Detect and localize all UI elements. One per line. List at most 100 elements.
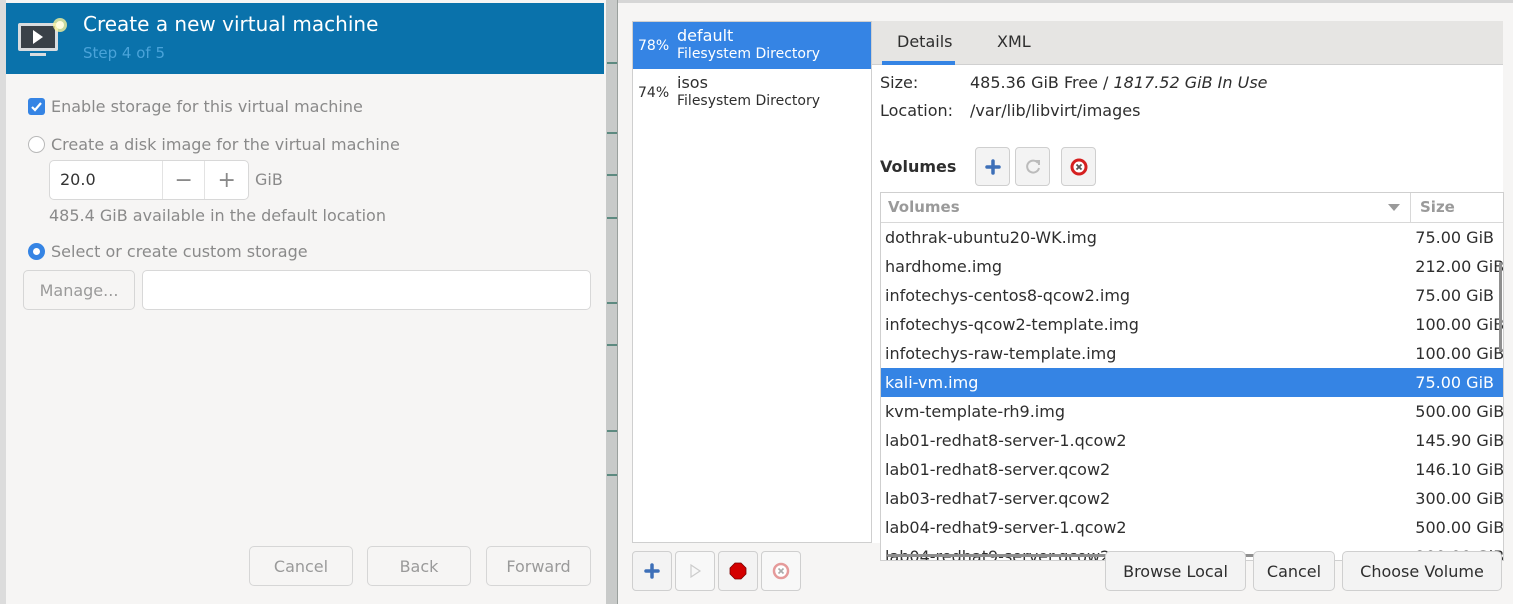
pool-details-panel: Details XML Size: 485.36 GiB Free / 1817… — [871, 21, 1504, 561]
volume-name: kali-vm.img — [885, 373, 979, 392]
volume-size: 300.00 GiB — [1415, 489, 1503, 508]
delete-pool-button[interactable] — [761, 551, 801, 591]
volume-row[interactable]: kvm-template-rh9.img 500.00 GiB — [881, 397, 1503, 426]
delete-volume-button[interactable] — [1061, 147, 1096, 186]
custom-storage-radio[interactable] — [28, 243, 45, 260]
volume-size: 500.00 GiB — [1415, 402, 1503, 421]
disk-size-spinbutton[interactable]: 20.0 − + — [49, 160, 249, 200]
volume-row[interactable]: dothrak-ubuntu20-WK.img 75.00 GiB — [881, 223, 1503, 252]
pool-usage-percent: 78% — [638, 38, 670, 54]
wizard-title: Create a new virtual machine — [83, 12, 379, 36]
decrement-button[interactable]: − — [163, 161, 206, 199]
background-mark — [607, 302, 617, 304]
refresh-icon — [1025, 159, 1040, 174]
stop-icon — [729, 562, 747, 580]
volume-size: 146.10 GiB — [1415, 460, 1503, 479]
delete-icon — [1070, 158, 1087, 175]
column-header-volumes[interactable]: Volumes — [881, 193, 1411, 222]
volumes-table-header: Volumes Size — [881, 193, 1503, 223]
background-mark — [607, 132, 617, 134]
volume-row[interactable]: lab01-redhat8-server-1.qcow2 145.90 GiB — [881, 426, 1503, 455]
cancel-button[interactable]: Cancel — [1253, 551, 1335, 591]
create-disk-radio[interactable] — [28, 136, 45, 153]
disk-unit-label: GiB — [255, 170, 283, 189]
volume-size: 75.00 GiB — [1415, 373, 1494, 392]
volume-name: kvm-template-rh9.img — [885, 402, 1065, 421]
create-disk-radio-row[interactable]: Create a disk image for the virtual mach… — [28, 135, 400, 154]
volume-name: infotechys-raw-template.img — [885, 344, 1117, 363]
storage-pool-list[interactable]: 78% default Filesystem Directory 74% iso… — [632, 21, 872, 543]
pool-name: default — [677, 26, 734, 45]
background-mark — [607, 217, 617, 219]
sort-descending-icon — [1388, 204, 1400, 211]
back-button[interactable]: Back — [367, 546, 471, 586]
choose-storage-volume-window: 78% default Filesystem Directory 74% iso… — [618, 0, 1513, 604]
manage-button[interactable]: Manage... — [23, 270, 135, 310]
volume-name: lab04-redhat9-server-1.qcow2 — [885, 518, 1127, 537]
volume-name: infotechys-centos8-qcow2.img — [885, 286, 1131, 305]
create-disk-label: Create a disk image for the virtual mach… — [51, 135, 400, 154]
background-mark — [607, 62, 617, 64]
tab-details[interactable]: Details — [897, 32, 952, 51]
volume-name: dothrak-ubuntu20-WK.img — [885, 228, 1097, 247]
volume-row[interactable]: hardhome.img 212.00 GiB — [881, 252, 1503, 281]
size-free: 485.36 GiB Free / — [970, 73, 1114, 92]
background-mark — [607, 174, 617, 176]
available-space-label: 485.4 GiB available in the default locat… — [49, 206, 386, 225]
delete-icon — [772, 562, 790, 580]
enable-storage-checkbox[interactable] — [28, 98, 45, 115]
wizard-cancel-button[interactable]: Cancel — [249, 546, 353, 586]
volume-row[interactable]: lab01-redhat8-server.qcow2 146.10 GiB — [881, 455, 1503, 484]
volume-name: hardhome.img — [885, 257, 1003, 276]
volume-name: lab01-redhat8-server.qcow2 — [885, 460, 1111, 479]
virtual-machine-icon — [18, 18, 67, 56]
enable-storage-checkbox-row[interactable]: Enable storage for this virtual machine — [28, 97, 363, 116]
tab-xml[interactable]: XML — [997, 32, 1031, 51]
volumes-heading: Volumes — [880, 157, 957, 176]
volume-size: 212.00 GiB — [1415, 257, 1503, 276]
volume-size: 75.00 GiB — [1415, 228, 1494, 247]
refresh-volumes-button[interactable] — [1015, 147, 1050, 186]
background-mark — [607, 344, 617, 346]
pool-item-default[interactable]: 78% default Filesystem Directory — [633, 22, 871, 69]
pool-name: isos — [677, 73, 708, 92]
add-volume-button[interactable] — [975, 147, 1010, 186]
pool-item-isos[interactable]: 74% isos Filesystem Directory — [633, 69, 871, 116]
column-header-size[interactable]: Size — [1411, 193, 1455, 222]
plus-icon — [644, 563, 660, 579]
volumes-table[interactable]: Volumes Size dothrak-ubuntu20-WK.img 75.0… — [880, 192, 1504, 561]
column-header-volumes-label: Volumes — [888, 198, 960, 216]
volume-size: 145.90 GiB — [1415, 431, 1503, 450]
size-label: Size: — [880, 73, 919, 92]
volume-size: 500.00 GiB — [1415, 518, 1503, 537]
start-pool-button[interactable] — [675, 551, 715, 591]
volume-name: infotechys-qcow2-template.img — [885, 315, 1139, 334]
volume-size: 75.00 GiB — [1415, 286, 1494, 305]
details-tabbar: Details XML — [872, 21, 1503, 65]
increment-button[interactable]: + — [205, 161, 248, 199]
volumes-table-body: dothrak-ubuntu20-WK.img 75.00 GiB hardhome… — [881, 223, 1503, 560]
wizard-step: Step 4 of 5 — [83, 44, 166, 62]
forward-button[interactable]: Forward — [486, 546, 591, 586]
volume-size: 100.00 GiB — [1415, 344, 1503, 363]
vertical-scrollbar[interactable] — [1499, 262, 1502, 352]
volume-row[interactable]: kali-vm.img 75.00 GiB — [881, 368, 1503, 397]
custom-storage-radio-row[interactable]: Select or create custom storage — [28, 242, 308, 261]
volume-row[interactable]: infotechys-centos8-qcow2.img 75.00 GiB — [881, 281, 1503, 310]
custom-storage-path-input[interactable] — [142, 270, 591, 310]
location-label: Location: — [880, 101, 954, 120]
browse-local-button[interactable]: Browse Local — [1105, 551, 1246, 591]
checkmark-icon — [31, 102, 42, 112]
volume-row[interactable]: infotechys-raw-template.img 100.00 GiB — [881, 339, 1503, 368]
add-pool-button[interactable] — [632, 551, 672, 591]
choose-volume-button[interactable]: Choose Volume — [1342, 551, 1502, 591]
volume-row[interactable]: infotechys-qcow2-template.img 100.00 GiB — [881, 310, 1503, 339]
background-mark — [607, 430, 617, 432]
volume-row[interactable]: lab04-redhat9-server-1.qcow2 500.00 GiB — [881, 513, 1503, 542]
volume-name: lab03-redhat7-server.qcow2 — [885, 489, 1111, 508]
background-mark — [607, 474, 617, 476]
disk-size-input[interactable]: 20.0 — [50, 161, 163, 199]
stop-pool-button[interactable] — [718, 551, 758, 591]
volume-row[interactable]: lab03-redhat7-server.qcow2 300.00 GiB — [881, 484, 1503, 513]
wizard-header: Create a new virtual machine Step 4 of 5 — [6, 3, 604, 74]
